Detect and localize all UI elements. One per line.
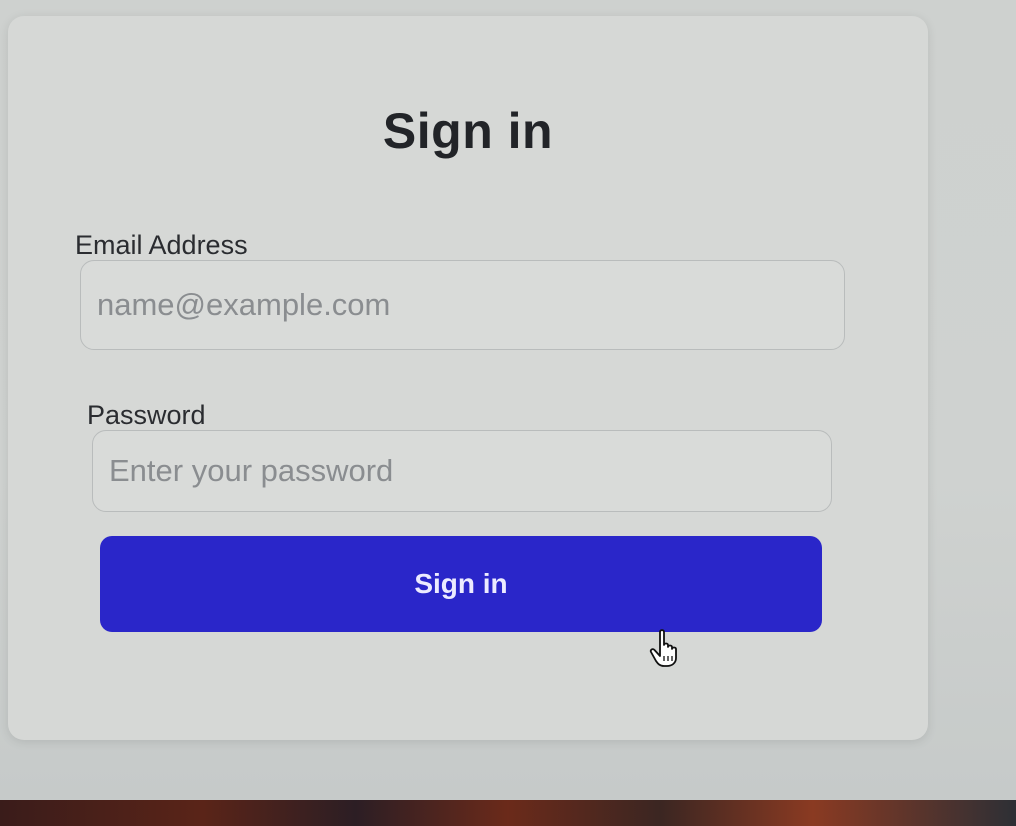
password-field[interactable] — [92, 430, 832, 512]
hand-pointer-icon — [648, 628, 684, 668]
sign-in-button[interactable]: Sign in — [100, 536, 822, 632]
page-title: Sign in — [382, 103, 554, 159]
signin-card: Sign in Email Address Password Sign in — [8, 16, 928, 740]
password-label: Password — [87, 400, 206, 430]
email-field[interactable] — [80, 260, 845, 350]
email-label: Email Address — [75, 230, 248, 260]
taskbar-strip — [0, 800, 1016, 826]
